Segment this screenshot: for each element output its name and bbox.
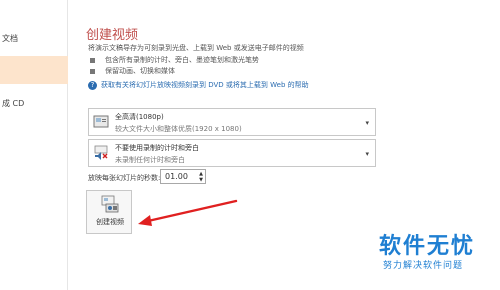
seconds-value[interactable]: 01.00	[165, 172, 188, 181]
video-quality-icon	[93, 115, 109, 128]
quality-title: 全高清(1080p)	[115, 113, 164, 121]
create-video-icon	[101, 195, 119, 213]
nav-item-selected[interactable]	[0, 56, 68, 84]
timing-desc: 未录制任何计时和旁白	[115, 156, 185, 164]
nav-item-cd[interactable]: 成 CD	[0, 98, 68, 110]
bullet-item: 保留动画、切换和媒体	[90, 66, 175, 76]
seconds-label: 放映每张幻灯片的秒数:	[88, 174, 161, 182]
nav-item-document[interactable]: 文档	[0, 33, 68, 45]
timing-title: 不要使用录制的计时和旁白	[115, 144, 199, 152]
quality-desc: 较大文件大小和整体优质(1920 x 1080)	[115, 125, 242, 133]
help-icon: ?	[88, 80, 97, 90]
create-video-button[interactable]: 创建视频	[86, 190, 132, 234]
annotation-arrow	[138, 199, 238, 226]
bullet-item: 包含所有录制的计时、旁白、墨迹笔划和激光笔势	[90, 55, 259, 65]
bullet-icon	[90, 68, 95, 74]
chevron-down-icon: ▾	[365, 119, 369, 127]
watermark-subtitle: 努力解决软件问题	[383, 261, 464, 271]
watermark-title: 软件无忧	[379, 234, 476, 259]
spin-down-icon[interactable]: ▼	[199, 177, 203, 183]
quality-dropdown[interactable]: 全高清(1080p) 较大文件大小和整体优质(1920 x 1080) ▾	[88, 108, 376, 136]
help-link[interactable]: ? 获取有关将幻灯片放映视频刻录到 DVD 或将其上载到 Web 的帮助	[88, 80, 309, 90]
create-video-label: 创建视频	[96, 218, 124, 226]
backstage-nav: 文档 成 CD	[0, 0, 68, 290]
page-title: 创建视频	[86, 28, 139, 43]
chevron-down-icon: ▾	[365, 150, 369, 158]
speaker-muted-icon	[94, 145, 108, 160]
page-subtitle: 将演示文稿导存为可刻录到光盘、上载到 Web 或发送电子邮件的视频	[88, 44, 304, 52]
seconds-spinner[interactable]: 01.00 ▲ ▼	[160, 169, 206, 184]
timing-dropdown[interactable]: 不要使用录制的计时和旁白 未录制任何计时和旁白 ▾	[88, 139, 376, 167]
bullet-icon	[90, 57, 95, 63]
